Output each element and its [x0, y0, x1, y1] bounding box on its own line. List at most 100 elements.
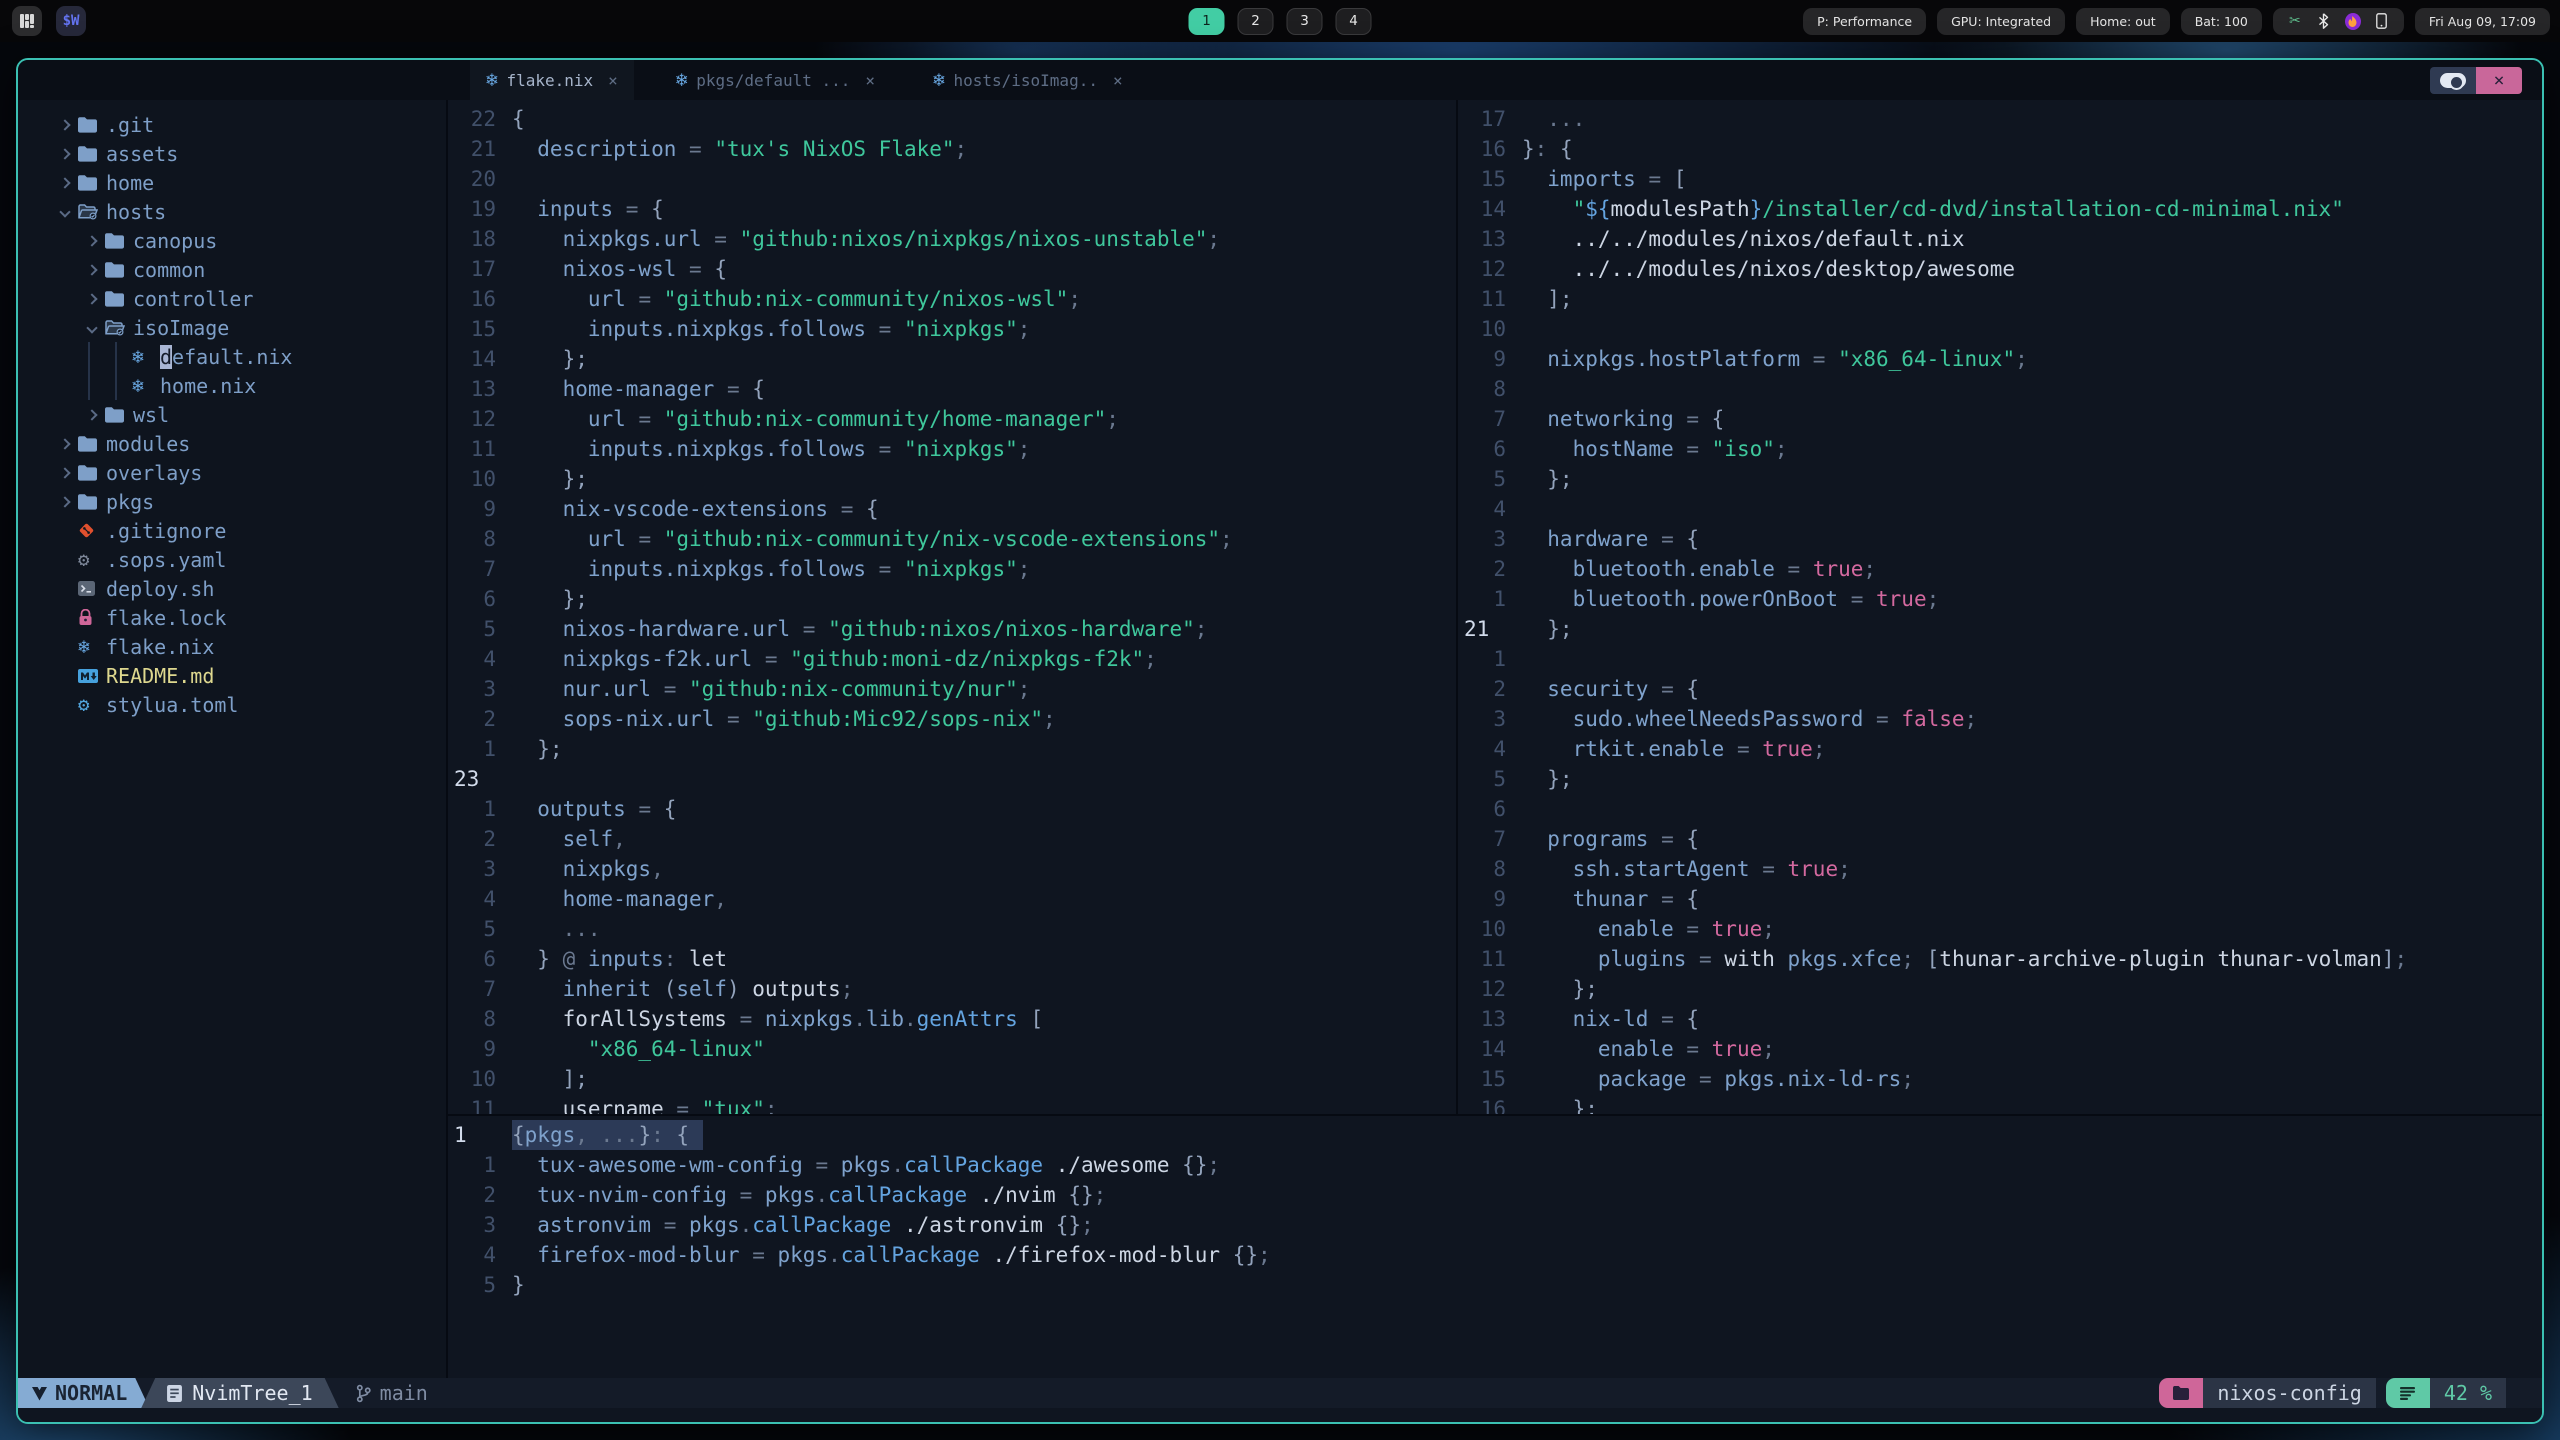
- tree-item-label: overlays: [106, 460, 203, 485]
- code-text: nixos-wsl = {: [512, 257, 727, 281]
- code-text: hardware = {: [1522, 527, 1700, 551]
- bluetooth-icon[interactable]: [2316, 13, 2332, 29]
- code-line: 12 url = "github:nix-community/home-mana…: [448, 404, 1456, 434]
- tree-item-home[interactable]: home: [18, 168, 446, 197]
- tree-item-stylua-toml[interactable]: ⚙ stylua.toml: [18, 690, 446, 719]
- tree-item-flake-nix[interactable]: ❄ flake.nix: [18, 632, 446, 661]
- wm-logo-button[interactable]: $W: [56, 6, 86, 36]
- clock-pill[interactable]: Fri Aug 09, 17:09: [2414, 7, 2550, 35]
- editor-pane-flake-nix[interactable]: 22{21 description = "tux's NixOS Flake";…: [448, 100, 1456, 1114]
- tab-flake-nix[interactable]: ❄ flake.nix ×: [470, 60, 634, 100]
- tree-item--gitignore[interactable]: .gitignore: [18, 516, 446, 545]
- code-line: 10 ];: [448, 1064, 1456, 1094]
- line-number: 14: [1480, 197, 1506, 221]
- workspace-button-1[interactable]: 1: [1188, 7, 1225, 35]
- scissors-icon[interactable]: ✂: [2287, 13, 2303, 29]
- mode-text: NORMAL: [55, 1381, 128, 1405]
- chevron-right-icon[interactable]: [52, 176, 78, 189]
- workspace-button-3[interactable]: 3: [1286, 7, 1323, 35]
- project-name: nixos-config: [2217, 1381, 2362, 1405]
- close-tab-icon[interactable]: ×: [865, 71, 875, 90]
- tab-hosts-isoimag-[interactable]: ❄ hosts/isoImag.. ×: [917, 60, 1139, 100]
- buffer-name: NvimTree_1: [192, 1381, 313, 1405]
- chevron-down-icon[interactable]: [52, 205, 78, 218]
- tree-item-readme-md[interactable]: README.md: [18, 661, 446, 690]
- tab-pkgs-default-[interactable]: ❄ pkgs/default ... ×: [660, 60, 891, 100]
- vim-icon: [32, 1386, 47, 1401]
- indent-guide: [88, 342, 90, 371]
- chevron-right-icon[interactable]: [79, 408, 105, 421]
- editor-pane-iso-default-nix[interactable]: 17 ... 16}: {15 imports = [14 "${modulesP…: [1458, 100, 2542, 1114]
- code-text: nixpkgs,: [512, 857, 664, 881]
- tree-item-canopus[interactable]: canopus: [18, 226, 446, 255]
- tree-item--sops-yaml[interactable]: ⚙ .sops.yaml: [18, 545, 446, 574]
- file-explorer[interactable]: .git assets home hosts canopus common controll…: [18, 100, 446, 1378]
- line-number: 9: [1493, 347, 1506, 371]
- chevron-right-icon[interactable]: [52, 466, 78, 479]
- close-tab-icon[interactable]: ×: [608, 71, 618, 90]
- chevron-right-icon[interactable]: [52, 437, 78, 450]
- line-number: 3: [483, 677, 496, 701]
- tree-item-controller[interactable]: controller: [18, 284, 446, 313]
- tree-item-label: common: [133, 257, 206, 282]
- code-text: ../../modules/nixos/desktop/awesome: [1522, 257, 2016, 281]
- window-toggle-button[interactable]: [2430, 67, 2476, 94]
- flame-icon[interactable]: [2344, 12, 2361, 30]
- tree-item--git[interactable]: .git: [18, 110, 446, 139]
- code-line: 4: [1458, 494, 2542, 524]
- code-line: 11 ];: [1458, 284, 2542, 314]
- code-text: };: [512, 347, 588, 371]
- tree-item-home-nix[interactable]: ❄ home.nix: [18, 371, 446, 400]
- tree-item-label: .git: [106, 112, 155, 137]
- line-number: 2: [483, 1183, 496, 1207]
- line-number: 5: [1493, 767, 1506, 791]
- code-text: imports = [: [1522, 167, 1687, 191]
- chevron-right-icon[interactable]: [52, 495, 78, 508]
- code-line: 4 nixpkgs-f2k.url = "github:moni-dz/nixp…: [448, 644, 1456, 674]
- code-text: nixos-hardware.url = "github:nixos/nixos…: [512, 617, 1208, 641]
- chevron-down-icon[interactable]: [79, 321, 105, 334]
- editor-pane-pkgs-default-nix[interactable]: 1 {pkgs, ...}: {1 tux-awesome-wm-config =…: [448, 1116, 2542, 1378]
- close-tab-icon[interactable]: ×: [1113, 71, 1123, 90]
- tree-item-deploy-sh[interactable]: deploy.sh: [18, 574, 446, 603]
- code-text: nixpkgs.hostPlatform = "x86_64-linux";: [1522, 347, 2028, 371]
- chevron-right-icon[interactable]: [79, 263, 105, 276]
- code-text: {pkgs, ...}: {: [512, 1120, 704, 1150]
- status-pill-0: P: Performance: [1803, 7, 1927, 35]
- chevron-right-icon[interactable]: [52, 118, 78, 131]
- line-number: 6: [483, 587, 496, 611]
- lock-icon: [78, 609, 106, 626]
- tree-item-modules[interactable]: modules: [18, 429, 446, 458]
- code-line: 15 inputs.nixpkgs.follows = "nixpkgs";: [448, 314, 1456, 344]
- chevron-right-icon[interactable]: [79, 292, 105, 305]
- code-line: 9 thunar = {: [1458, 884, 2542, 914]
- tree-item-assets[interactable]: assets: [18, 139, 446, 168]
- chevron-right-icon[interactable]: [79, 234, 105, 247]
- tree-item-pkgs[interactable]: pkgs: [18, 487, 446, 516]
- tree-item-default-nix[interactable]: ❄ default.nix: [18, 342, 446, 371]
- line-number: 7: [1493, 407, 1506, 431]
- window-close-button[interactable]: ×: [2476, 67, 2522, 94]
- line-number: 11: [470, 437, 496, 461]
- tree-item-common[interactable]: common: [18, 255, 446, 284]
- workspace-button-4[interactable]: 4: [1335, 7, 1372, 35]
- code-line: 5 };: [1458, 464, 2542, 494]
- phone-icon[interactable]: [2374, 13, 2390, 29]
- folder-icon: [78, 493, 106, 510]
- tree-item-isoimage[interactable]: isoImage: [18, 313, 446, 342]
- tree-item-flake-lock[interactable]: flake.lock: [18, 603, 446, 632]
- tree-item-label: assets: [106, 141, 179, 166]
- tree-item-label: default.nix: [160, 344, 293, 369]
- tree-item-hosts[interactable]: hosts: [18, 197, 446, 226]
- grid-icon: [19, 13, 35, 29]
- line-number: 5: [1493, 467, 1506, 491]
- code-line: 9 nix-vscode-extensions = {: [448, 494, 1456, 524]
- tree-item-overlays[interactable]: overlays: [18, 458, 446, 487]
- code-line: 6 hostName = "iso";: [1458, 434, 2542, 464]
- line-number: 13: [1480, 1007, 1506, 1031]
- tree-item-wsl[interactable]: wsl: [18, 400, 446, 429]
- chevron-right-icon[interactable]: [52, 147, 78, 160]
- workspace-button-2[interactable]: 2: [1237, 7, 1274, 35]
- app-launcher-button[interactable]: [12, 6, 42, 36]
- code-line: 16}: {: [1458, 134, 2542, 164]
